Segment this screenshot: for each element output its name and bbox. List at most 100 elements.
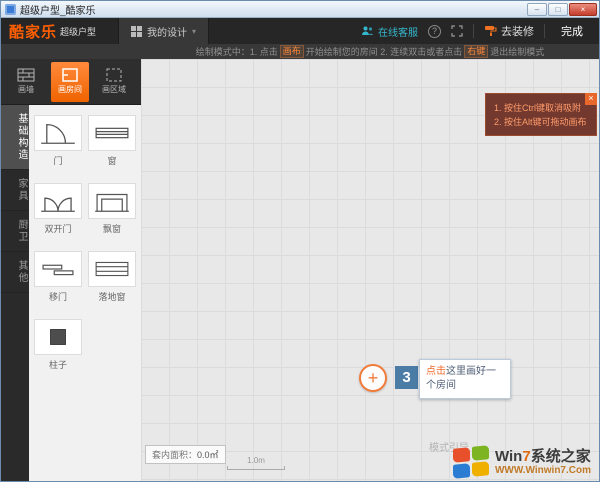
sidebar-body: 基础构造 家具 厨卫 其他 门 窗 双开门 飘窗 移门 落地窗 柱子: [1, 105, 141, 481]
draw-area-label: 画区域: [102, 85, 126, 94]
finish-button[interactable]: 完成: [555, 23, 589, 39]
category-tab-kitchen-bath[interactable]: 厨卫: [1, 211, 29, 252]
my-design-menu[interactable]: 我的设计 ▾: [118, 18, 210, 44]
guide-step-badge: 3: [395, 366, 418, 389]
draw-area-button[interactable]: 画区域: [95, 62, 133, 102]
maximize-icon: □: [555, 5, 561, 14]
sliding-door-icon: [34, 251, 82, 287]
item-label: 落地窗: [98, 292, 126, 302]
hint-keyword-canvas: 画布: [279, 45, 304, 58]
decorate-button[interactable]: 去装修: [484, 23, 534, 39]
decorate-label: 去装修: [501, 26, 534, 38]
online-service-button[interactable]: 在线客服: [361, 24, 418, 39]
list-item-window[interactable]: 窗: [88, 115, 136, 167]
draw-tool-row: 画墙 画房间 画区域: [1, 59, 141, 105]
hint-text: 绘制模式中：1. 点击: [195, 47, 278, 57]
list-item-sliding-door[interactable]: 移门: [34, 251, 82, 303]
drawing-canvas[interactable]: × 1. 按住Ctrl键取消吸附 2. 按住Alt键可拖动画布 + 3 点击这里…: [141, 59, 599, 481]
help-button[interactable]: ?: [428, 24, 441, 38]
list-item-floor-window[interactable]: 落地窗: [88, 251, 136, 303]
plus-icon: +: [367, 368, 379, 388]
category-tab-basic[interactable]: 基础构造: [1, 105, 29, 170]
door-icon: [34, 115, 82, 151]
draw-mode-hint-bar: 绘制模式中：1. 点击 画布 开始绘制您的房间 2. 连续双击或者点击 右键 退…: [1, 44, 599, 59]
hint-keyword-rightclick: 右键: [464, 45, 489, 58]
hint-text: 退出绘制模式: [490, 47, 545, 57]
fullscreen-button[interactable]: [451, 25, 463, 37]
windows-logo-icon: [452, 445, 489, 479]
pillar-icon: [34, 319, 82, 355]
tip-line-2: 2. 按住Alt键可拖动画布: [494, 117, 587, 127]
guide-tooltip-highlight: 点击: [426, 366, 446, 377]
category-strip: 基础构造 家具 厨卫 其他: [1, 105, 29, 481]
paint-roller-icon: [484, 25, 497, 37]
tip-close-icon: ×: [588, 93, 594, 103]
category-tab-other[interactable]: 其他: [1, 252, 29, 293]
draw-wall-button[interactable]: 画墙: [7, 62, 45, 102]
item-label: 门: [53, 156, 63, 166]
hint-text: 开始绘制您的房间 2. 连续双击或者点击: [305, 47, 463, 57]
item-label: 柱子: [48, 360, 67, 370]
bay-window-icon: [88, 183, 136, 219]
people-icon: [361, 25, 374, 37]
fullscreen-icon: [451, 25, 463, 37]
area-value: 0.0㎡: [197, 450, 219, 460]
window-title: 超级户型_酷家乐: [20, 5, 96, 17]
category-tab-furniture[interactable]: 家具: [1, 170, 29, 211]
app-header: 酷家乐 超级户型 我的设计 ▾ 在线客服 ? 去装修 完成: [1, 18, 599, 44]
close-icon: ×: [580, 5, 586, 14]
component-list: 门 窗 双开门 飘窗 移门 落地窗 柱子: [29, 105, 141, 481]
left-sidebar: 画墙 画房间 画区域 基础构造 家具 厨卫 其他 门 窗 双开门 飘窗 移门 落…: [1, 59, 141, 481]
grid-icon: [131, 25, 143, 37]
app-window: 超级户型_酷家乐 – □ × 酷家乐 超级户型 我的设计 ▾ 在线客服 ? 去装…: [0, 0, 600, 482]
draw-start-point-button[interactable]: +: [359, 364, 387, 392]
draw-wall-label: 画墙: [18, 85, 34, 94]
watermark-url: WWW.Winwin7.Com: [494, 464, 591, 476]
item-label: 移门: [48, 292, 67, 302]
header-divider: [473, 24, 474, 38]
item-label: 窗: [107, 156, 117, 166]
item-label: 双开门: [44, 224, 72, 234]
list-item-double-door[interactable]: 双开门: [34, 183, 82, 235]
logo-text: 酷家乐: [9, 23, 58, 41]
area-indicator: 套内面积：0.0㎡: [145, 445, 226, 464]
list-item-bay-window[interactable]: 飘窗: [88, 183, 136, 235]
tip-line-1: 1. 按住Ctrl键取消吸附: [494, 103, 582, 113]
online-service-label: 在线客服: [378, 27, 418, 39]
shortcut-tip-box: × 1. 按住Ctrl键取消吸附 2. 按住Alt键可拖动画布: [485, 93, 597, 136]
window-icon: [88, 115, 136, 151]
help-icon: ?: [431, 25, 437, 36]
app-icon: [5, 3, 16, 15]
list-item-door[interactable]: 门: [34, 115, 82, 167]
tip-close-button[interactable]: ×: [585, 93, 597, 105]
draw-room-button[interactable]: 画房间: [51, 61, 89, 102]
draw-room-label: 画房间: [58, 85, 82, 94]
maximize-button[interactable]: □: [548, 3, 568, 16]
minimize-button[interactable]: –: [527, 3, 547, 16]
item-label: 飘窗: [102, 224, 121, 234]
floor-window-icon: [88, 251, 136, 287]
watermark-title-num: 7: [522, 447, 531, 465]
watermark-title-prefix: Win: [494, 447, 523, 465]
watermark-title: Win7系统之家: [495, 448, 591, 465]
draw-wall-icon: [17, 68, 35, 82]
scale-label: 1.0m: [247, 456, 265, 465]
scale-line: [227, 466, 285, 470]
list-item-pillar[interactable]: 柱子: [34, 319, 82, 371]
watermark-title-suffix: 系统之家: [530, 447, 591, 465]
logo-subtitle: 超级户型: [60, 26, 97, 37]
guide-tooltip: 点击这里画好一个房间: [419, 359, 511, 399]
my-design-label: 我的设计: [147, 27, 188, 39]
minimize-icon: –: [534, 5, 540, 14]
watermark: Win7系统之家 WWW.Winwin7.Com: [452, 445, 591, 479]
close-button[interactable]: ×: [569, 3, 597, 16]
title-bar: 超级户型_酷家乐 – □ ×: [1, 1, 599, 18]
finish-label: 完成: [561, 26, 583, 38]
area-label: 套内面积：: [152, 450, 198, 460]
draw-area-icon: [106, 68, 122, 82]
scale-ruler: 1.0m: [227, 456, 285, 470]
double-door-icon: [34, 183, 82, 219]
draw-room-icon: [62, 68, 78, 82]
caret-down-icon: ▾: [192, 26, 197, 36]
window-controls: – □ ×: [527, 3, 597, 16]
